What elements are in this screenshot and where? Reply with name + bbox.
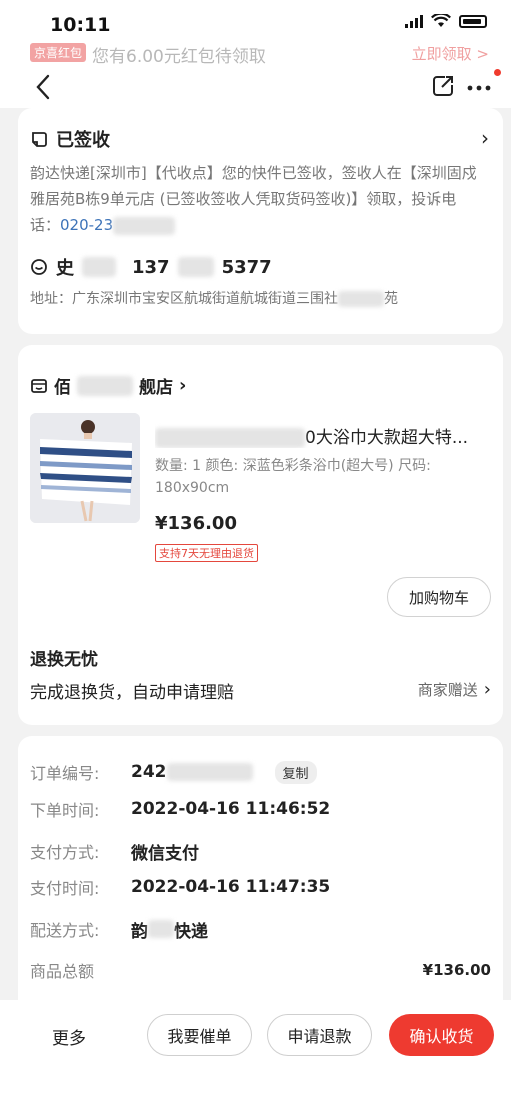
bottom-action-bar: 更多 我要催单 申请退款 确认收货	[0, 1000, 511, 1096]
order-time-row: 下单时间: 2022-04-16 11:46:52	[30, 796, 491, 822]
tracking-status-text: 已签收	[56, 130, 110, 151]
confirm-receipt-button[interactable]: 确认收货	[389, 1014, 494, 1056]
order-info-card: 订单编号: 242 复制 下单时间: 2022-04-16 11:46:52 支…	[18, 736, 503, 1000]
chevron-right-icon: ›	[483, 679, 491, 700]
merchant-gift-label: 商家赠送	[417, 681, 478, 699]
product-image[interactable]	[30, 413, 140, 523]
redacted-block	[338, 291, 384, 307]
shipping-value-end: 快递	[174, 921, 208, 942]
shipping-row: 配送方式: 韵 快递	[30, 916, 491, 942]
more-button[interactable]: 更多	[52, 1024, 86, 1049]
product-card: 佰 舰店 › 0大浴巾大款超大特... 数量: 1 颜色: 深蓝色彩条浴巾(超大…	[18, 345, 503, 725]
order-number-label: 订单编号:	[30, 764, 100, 783]
product-spec: 数量: 1 颜色: 深蓝色彩条浴巾(超大号) 尺码: 180x90cm	[155, 458, 431, 496]
redacted-block	[166, 763, 253, 781]
back-icon[interactable]	[34, 72, 54, 102]
nav-bar	[0, 66, 511, 108]
add-to-cart-button[interactable]: 加购物车	[387, 577, 491, 617]
tracking-card[interactable]: 已签收 › 韵达快递[深圳市]【代收点】您的快件已签收，签收人在【深圳固戍雅居苑…	[18, 108, 503, 334]
receiver-info: 史 137 5377	[30, 254, 272, 280]
product-price: ¥136.00	[155, 513, 237, 534]
product-title-text: 0大浴巾大款超大特...	[305, 428, 469, 448]
towel-image	[30, 413, 140, 523]
complaint-phone[interactable]: 020-23	[60, 216, 113, 234]
shop-icon	[31, 378, 47, 393]
chevron-right-icon: ›	[179, 375, 187, 396]
pay-method-row: 支付方式: 微信支付	[30, 838, 491, 864]
red-packet-banner[interactable]: 京喜红包 您有6.00元红包待领取 立即领取 >	[0, 40, 511, 67]
receiver-phone-start: 137	[132, 256, 170, 278]
redacted-block	[113, 216, 176, 235]
receiver-phone-end: 5377	[221, 256, 272, 278]
delivery-address: 地址：广东深圳市宝安区航城街道航城街道三围社 苑	[30, 288, 398, 308]
order-time-value: 2022-04-16 11:46:52	[131, 799, 331, 819]
product-title[interactable]: 0大浴巾大款超大特...	[155, 423, 495, 448]
return-policy-badge: 支持7天无理由退货	[155, 544, 258, 562]
battery-icon	[459, 14, 487, 28]
redacted-block	[155, 428, 305, 448]
location-icon	[31, 259, 47, 275]
redacted-block	[82, 257, 116, 277]
shop-name-end: 舰店	[139, 378, 173, 398]
status-bar: 10:11	[0, 0, 511, 40]
copy-button[interactable]: 复制	[274, 760, 317, 784]
request-refund-button[interactable]: 申请退款	[267, 1014, 372, 1056]
signal-icon	[405, 14, 423, 28]
pay-time-row: 支付时间: 2022-04-16 11:47:35	[30, 874, 491, 900]
pay-time-label: 支付时间:	[30, 879, 100, 898]
worry-free-desc: 完成退换货，自动申请理赔	[30, 683, 234, 703]
urge-order-button[interactable]: 我要催单	[147, 1014, 252, 1056]
shipping-label: 配送方式:	[30, 921, 100, 940]
shop-name-start: 佰	[54, 378, 71, 398]
merchant-gift-link[interactable]: 商家赠送 ›	[418, 679, 491, 700]
shop-link[interactable]: 佰 舰店 ›	[30, 373, 186, 398]
address-text: 地址：广东深圳市宝安区航城街道航城街道三围社	[30, 291, 338, 307]
promo-claim-link[interactable]: 立即领取 >	[412, 43, 489, 64]
receiver-name: 史	[56, 258, 74, 279]
redacted-block	[148, 920, 174, 938]
total-label: 商品总额	[30, 962, 95, 981]
worry-free-title: 退换无忧	[30, 650, 98, 670]
pay-time-value: 2022-04-16 11:47:35	[131, 877, 331, 897]
more-icon[interactable]	[465, 75, 495, 95]
system-icons	[405, 14, 487, 28]
total-row: 商品总额 ¥136.00	[30, 957, 491, 983]
status-time: 10:11	[50, 14, 111, 36]
wifi-icon	[431, 14, 451, 27]
tracking-status: 已签收	[30, 126, 110, 152]
pay-method-value: 微信支付	[131, 843, 199, 864]
order-number-row: 订单编号: 242 复制	[30, 759, 491, 785]
promo-tag: 京喜红包	[30, 43, 87, 62]
address-end: 苑	[384, 291, 398, 307]
tracking-detail: 韵达快递[深圳市]【代收点】您的快件已签收，签收人在【深圳固戍雅居苑B栋9单元店…	[30, 160, 485, 238]
notification-dot	[494, 69, 501, 76]
redacted-block	[177, 257, 214, 277]
shipping-value-start: 韵	[131, 921, 148, 942]
pay-method-label: 支付方式:	[30, 843, 100, 862]
redacted-block	[77, 375, 133, 396]
order-number-value: 242	[131, 762, 167, 782]
order-time-label: 下单时间:	[30, 801, 100, 820]
chevron-right-icon[interactable]: ›	[481, 126, 489, 150]
promo-text: 您有6.00元红包待领取	[92, 47, 266, 67]
total-value: ¥136.00	[422, 961, 491, 979]
package-icon	[32, 132, 47, 147]
share-icon[interactable]	[431, 74, 455, 98]
